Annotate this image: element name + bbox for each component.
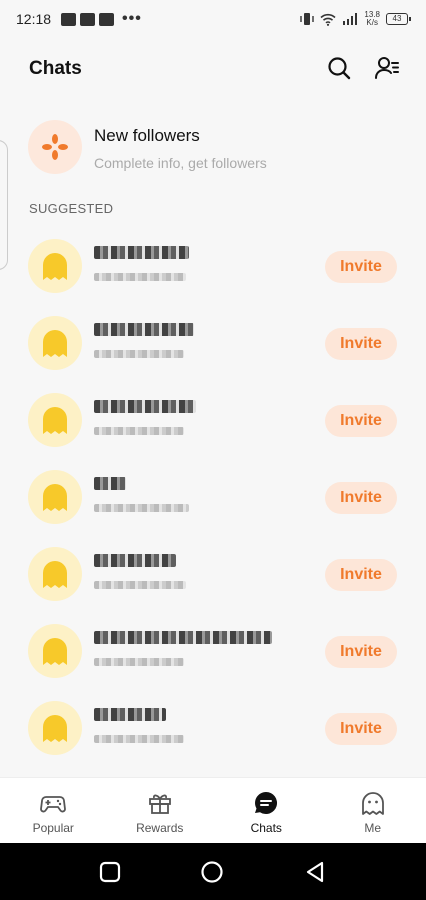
suggested-contact-row[interactable]: Invite [0,391,426,451]
suggested-contact-row[interactable]: Invite [0,545,426,605]
nav-label: Me [364,821,382,835]
notification-app-icon [61,12,77,26]
suggested-contact-row[interactable]: Invite [0,699,426,759]
new-followers-avatar [28,120,82,174]
ghost-icon [361,792,384,815]
contact-name-redacted [94,554,176,567]
page-title: Chats [29,58,82,79]
battery-icon: 43 [386,13,411,25]
notification-app-icon [99,12,115,26]
contact-info-redacted [94,735,184,743]
contact-info-redacted [94,658,184,666]
ghost-icon [43,484,67,511]
header: Chats [0,50,426,86]
avatar [28,470,82,524]
suggested-contact-row[interactable]: Invite [0,237,426,297]
ghost-icon [43,330,67,357]
avatar [28,547,82,601]
suggested-contact-row[interactable]: Invite [0,468,426,528]
vibrate-icon [300,13,315,25]
nav-label: Rewards [136,821,184,835]
avatar [28,239,82,293]
new-followers-entry[interactable]: New followers Complete info, get followe… [0,116,426,182]
invite-button[interactable]: Invite [325,636,397,668]
invite-button[interactable]: Invite [325,328,397,360]
gift-icon [148,794,171,814]
new-followers-subtitle: Complete info, get followers [94,155,267,171]
ghost-icon [43,407,67,434]
nav-item-rewards[interactable]: Rewards [107,778,214,843]
nav-item-me[interactable]: Me [320,778,426,843]
search-icon[interactable] [326,55,352,81]
suggested-section-label: SUGGESTED [29,201,114,216]
avatar [28,701,82,755]
notification-icons [61,12,115,26]
nav-label: Chats [250,821,282,835]
ghost-icon [43,561,67,588]
invite-button[interactable]: Invite [325,251,397,283]
contact-info-redacted [94,350,184,358]
back-icon[interactable] [303,860,327,884]
network-speed: 13.8 K/s [364,11,380,27]
status-bar: 12:18 ••• 13.8 K/s 43 [0,0,426,38]
ghost-icon [43,715,67,742]
suggested-contact-row[interactable]: Invite [0,314,426,374]
invite-button[interactable]: Invite [325,559,397,591]
suggested-contact-row[interactable]: Invite [0,622,426,682]
nav-label: Popular [32,821,74,835]
home-icon[interactable] [200,860,224,884]
system-nav-bar [0,843,426,900]
contact-name-redacted [94,400,196,413]
youtube-icon [80,12,96,26]
avatar [28,393,82,447]
ghost-icon [43,253,67,280]
more-notifications-icon: ••• [122,10,142,27]
contact-name-redacted [94,323,194,336]
wifi-icon [320,13,336,26]
avatar [28,624,82,678]
contact-name-redacted [94,631,272,644]
contact-info-redacted [94,504,189,512]
contact-name-redacted [94,477,126,490]
status-time: 12:18 [16,11,52,27]
contact-name-redacted [94,246,189,259]
avatar [28,316,82,370]
contacts-menu-icon[interactable] [374,55,400,81]
ghost-icon [43,638,67,665]
contact-info-redacted [94,427,184,435]
chat-icon [255,791,278,814]
network-speed-unit: K/s [366,18,378,27]
contact-info-redacted [94,581,186,589]
new-followers-title: New followers [94,126,200,145]
contact-name-redacted [94,708,166,721]
signal-icon [343,13,358,25]
invite-button[interactable]: Invite [325,482,397,514]
gamepad-icon [40,796,67,813]
pinwheel-icon [42,134,68,160]
contact-info-redacted [94,273,186,281]
invite-button[interactable]: Invite [325,713,397,745]
nav-item-popular[interactable]: Popular [0,778,107,843]
recent-apps-icon[interactable] [98,860,122,884]
nav-item-chats[interactable]: Chats [213,778,320,843]
bottom-nav: Popular Rewards Chats Me [0,777,426,843]
invite-button[interactable]: Invite [325,405,397,437]
